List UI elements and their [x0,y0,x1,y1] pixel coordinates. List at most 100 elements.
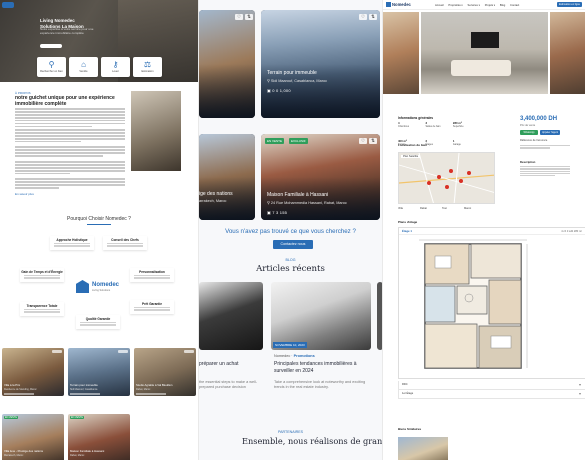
article-image[interactable]: NOVEMBRE 10, 2023 [271,282,371,350]
card-title: Studio Agrable à Val Bleullion [136,383,173,387]
property-card[interactable]: ige des nations arrakech, Maroc [199,134,255,220]
about-read-more-link[interactable]: En savoir plus [15,192,34,196]
about-image [131,91,181,171]
gallery-image[interactable] [550,12,585,94]
info-title: Informations générales [398,116,434,120]
info-cell: 280 m² Superficie [452,121,464,128]
card-meta: ▣ 0 0 1,000 [267,88,291,93]
article-image[interactable] [377,282,382,350]
whatsapp-button[interactable]: WhatsApp [520,130,538,135]
quick-link-estimate[interactable]: ⚖ Estimation [133,57,162,77]
property-card[interactable]: EN VENTE Maison Familiale à Hassani Raba… [68,414,130,460]
article-date: NOVEMBRE 10, 2023 [273,342,307,348]
price: 3,400,000 DH [520,116,558,122]
card-meta [136,393,166,395]
info-cell: 2 Étages [425,139,433,146]
partners-title: Ensemble, nous réalisons de grandes cl [242,436,382,446]
card-actions[interactable] [52,350,62,353]
site-logo[interactable] [2,2,14,8]
location-map[interactable]: Plan Satellite [398,152,495,204]
similar-title: Biens Similaires [398,427,422,431]
floor-plan-tab[interactable]: Étage 14 ch 3 sdb 280 m² [399,228,585,235]
similar-property-image[interactable] [398,437,448,460]
brand-logo[interactable]: Nomedec [386,2,411,7]
article-category[interactable]: Nomedec · Promotions [274,354,315,358]
menu-item-contact[interactable]: Contact [510,4,519,7]
property-card[interactable]: Terrain pour immeuble Sidi Maarouf, Casa… [68,348,130,396]
menu-item-projects[interactable]: Projets ▾ [485,4,495,7]
property-card[interactable]: Villa à la Prix Residence de Standing, M… [2,348,64,396]
main-menu: Accueil Propriétés ▾ Services ▾ Projets … [435,3,523,7]
sofa [451,60,511,76]
why-divider [87,224,111,225]
property-card[interactable]: ♡ ⇅ [199,10,255,118]
map-type-toggle[interactable]: Plan Satellite [401,155,421,158]
contact-button[interactable]: Contactez nous [273,240,313,249]
price-label: Prix de vente [520,124,536,127]
sale-badge: EN VENTE [265,138,285,144]
location-title: Localisation du bien [398,143,428,147]
property-card[interactable]: ♡ ⇅ Terrain pour immeuble ⚲ Sidi Maarouf… [261,10,380,118]
quick-link-label: Estimation [141,70,154,73]
homepage-pane: Living Nomedec Solutions La Maison Notre… [0,0,198,460]
floor-plan-drawing[interactable] [419,238,529,374]
card-meta [4,393,34,395]
floor-row[interactable]: 1er Étage [398,390,585,399]
quick-link-search[interactable]: ⚲ Rechercher un bien [37,57,66,77]
article-excerpt: Take a comprehensive look at noteworthy … [274,380,366,390]
card-location: Sidi Maarouf, Casablanca [70,388,98,391]
feature-holistic: Approche Holistique [50,236,94,250]
card-address: arrakech, Maroc [199,199,227,203]
property-card[interactable]: EN VENTE Villa luxe - Prestige des natio… [2,414,64,460]
hero-subtitle: Notre expertise à votre service pour une… [40,27,94,35]
estimate-button[interactable]: Estimation en ligne [557,2,582,7]
call-agent-button[interactable]: Appeler l'agent [540,130,560,135]
property-card[interactable]: Studio Agrable à Val Bleullion Rabat, Ma… [134,348,196,396]
property-detail-pane: Nomedec Accueil Propriétés ▾ Services ▾ … [383,0,585,460]
card-title: Terrain pour immeuble [267,70,317,76]
gallery-image[interactable] [383,12,419,94]
sale-badge: EN VENTE [4,416,18,419]
floor-accordion: RDC 1er Étage [398,381,585,399]
card-actions[interactable] [184,350,194,353]
about-paragraph [15,177,125,190]
favorite-icon[interactable]: ♡ [359,14,367,20]
menu-item-blog[interactable]: Blog [500,4,505,7]
logo-subtitle: Living Solutions [92,289,111,292]
hero-banner: Living Nomedec Solutions La Maison Notre… [0,0,198,82]
partners-kicker: PARTENAIRES [277,430,304,434]
search-icon: ⚲ [48,60,55,69]
screenshot-collage: Living Nomedec Solutions La Maison Notre… [0,0,585,460]
quick-link-rent[interactable]: ⚷ Louer [101,57,130,77]
card-location: Rabat, Maroc [136,388,151,391]
card-location: Marrakech, Maroc [4,454,24,457]
blog-title: Articles récents [256,264,325,274]
article-title[interactable]: préparer un achat [199,361,263,368]
compare-icon[interactable]: ⇅ [369,138,377,144]
menu-item-services[interactable]: Services ▾ [468,4,480,7]
info-cell: 3 Salles de bain [425,121,441,128]
article-title[interactable]: Principales tendances immobilières à sur… [274,361,374,374]
menu-item-properties[interactable]: Propriétés ▾ [448,4,462,7]
menu-item-home[interactable]: Accueil [435,4,444,7]
compare-icon[interactable]: ⇅ [369,14,377,20]
quick-link-sell[interactable]: ⌂ Vendre [69,57,98,77]
compare-icon[interactable]: ⇅ [245,14,253,20]
card-meta [70,393,100,395]
nomedec-logo: Nomedec Living Solutions [76,278,122,296]
quick-link-label: Louer [112,70,119,73]
favorite-icon[interactable]: ♡ [235,14,243,20]
house-logo-icon [76,280,89,293]
floor-row[interactable]: RDC [398,381,585,390]
floor-plan-panel: Étage 14 ch 3 sdb 280 m² [398,227,585,379]
info-cell: 1 Garage [452,139,461,146]
about-paragraph [15,145,125,158]
feature-time: Gain de Temps et d'Énergie [20,268,64,282]
hero-cta-button[interactable] [40,44,62,48]
property-card[interactable]: EN VENTE EXCLUSIF ♡ ⇅ Maison Familiale à… [261,134,380,220]
card-actions[interactable] [118,350,128,353]
favorite-icon[interactable]: ♡ [359,138,367,144]
card-title: ige des nations [199,191,233,197]
article-image[interactable] [199,282,263,350]
gallery-main-image[interactable] [421,12,548,94]
